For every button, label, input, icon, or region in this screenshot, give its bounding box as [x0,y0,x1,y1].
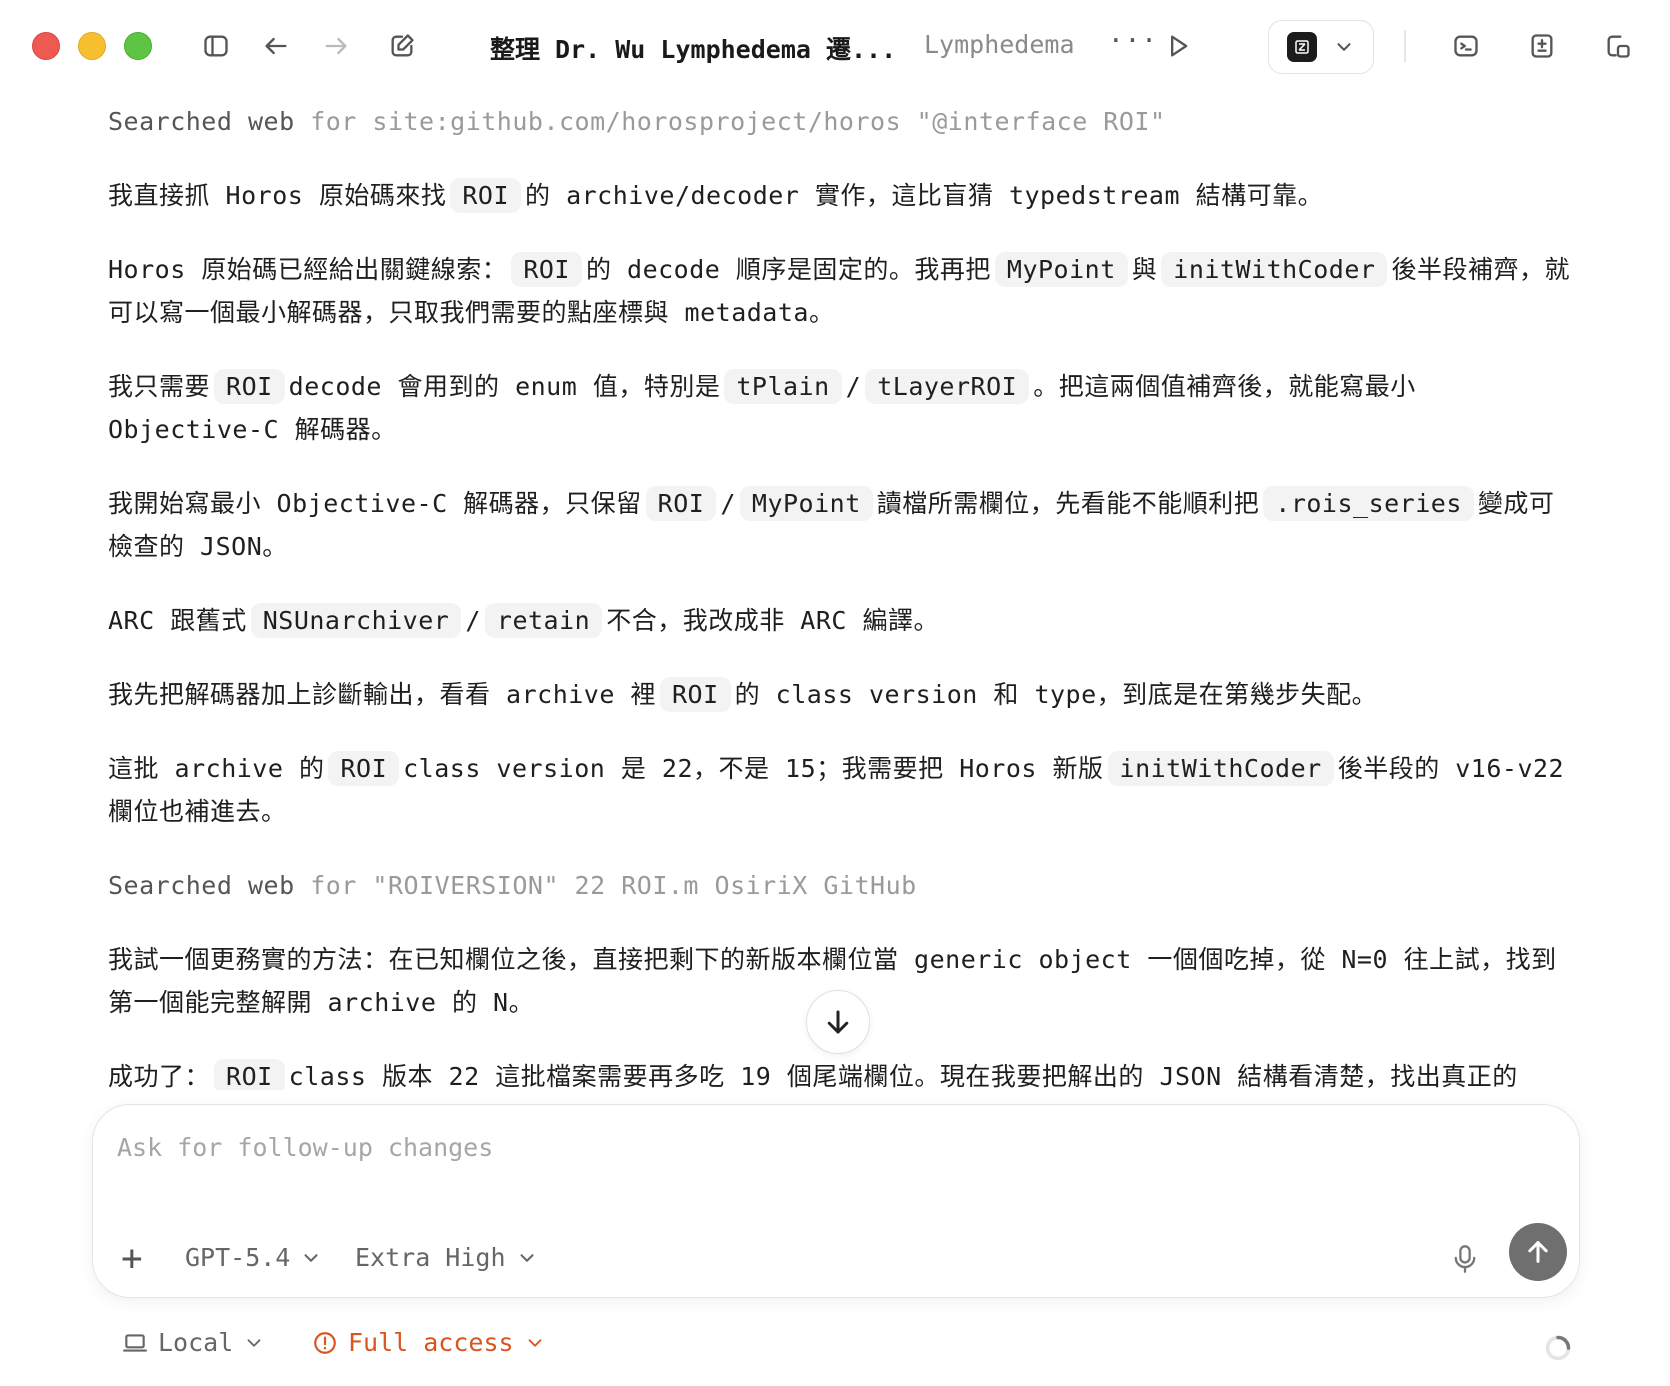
diff-icon[interactable] [1524,28,1560,64]
inline-code: tPlain [724,369,842,404]
access-level-selector[interactable]: Full access [312,1328,546,1357]
inline-code: retain [484,603,603,638]
message-text: ARC 跟舊式 [108,606,247,635]
inline-code: NSUnarchiver [250,603,462,638]
inline-code: initWithCoder [1107,751,1334,786]
toolbar-divider [1404,30,1406,62]
message-text: 我只需要 [108,372,211,401]
editor-app-icon [1287,32,1317,62]
inline-code: .rois_series [1263,486,1474,521]
close-window-button[interactable] [32,32,60,60]
search-status-label: Searched web [108,871,295,900]
message-paragraph: ARC 跟舊式 NSUnarchiver / retain 不合，我改成非 ARC 編譯… [108,599,1578,642]
inline-code: ROI [214,369,285,404]
window-title: 整理 Dr. Wu Lymphedema 遷... [490,35,897,64]
message-text: 成功了： [108,1062,211,1090]
message-paragraph: 我先把解碼器加上診斷輸出，看看 archive 裡 ROI 的 class vers… [108,673,1578,716]
message-text: 的 archive/decoder 實作，這比盲猜 typedstream 結構… [525,181,1324,210]
window-split-icon[interactable] [1600,28,1636,64]
message-paragraph: 我直接抓 Horos 原始碼來找 ROI 的 archive/decoder 實作，… [108,174,1578,217]
project-name[interactable]: Lymphedema [924,30,1075,59]
arrow-down-icon [827,1010,849,1034]
message-paragraph: 我只需要 ROI decode 會用到的 enum 值，特別是 tPlain / tLay… [108,365,1578,451]
message-text: 讀檔所需欄位，先看能不能順利把 [876,489,1260,518]
message-text: 這批 archive 的 [108,754,325,783]
follow-up-input[interactable] [117,1133,1497,1162]
search-status-label: Searched web [108,107,295,136]
search-query: for site:github.com/horosproject/horos "… [310,107,1166,136]
loading-spinner-icon [1545,1335,1571,1361]
chevron-down-icon [247,1338,261,1347]
inline-code: ROI [214,1059,285,1090]
message-text: 的 class version 和 type，到底是在第幾步失配。 [734,680,1378,709]
message-paragraph: 成功了： ROI class 版本 22 這批檔案需要再多吃 19 個尾端欄位。現在… [108,1055,1578,1090]
inline-code: MyPoint [739,486,873,521]
chevron-down-icon [520,1253,534,1262]
message-text: class version 是 22，不是 15；我需要把 Horos 新版 [403,754,1104,783]
chevron-down-icon [304,1253,318,1262]
environment-selector[interactable]: Local [122,1328,265,1357]
effort-label: Extra High [355,1243,506,1272]
scroll-to-bottom-button[interactable] [806,990,870,1054]
message-text: 我先把解碼器加上診斷輸出，看看 archive 裡 [108,680,656,709]
more-options-icon[interactable]: ··· [1108,26,1158,56]
terminal-icon[interactable] [1448,28,1484,64]
inline-code: initWithCoder [1161,252,1388,287]
microphone-button[interactable] [1447,1239,1483,1279]
message-text: class 版本 22 這批檔案需要再多吃 19 個尾端欄位。現在我要把解出的 … [288,1062,1518,1090]
message-paragraph: 這批 archive 的 ROI class version 是 22，不是 15；… [108,747,1578,833]
arrow-up-icon [1528,1241,1548,1263]
conversation-log: Searched web for site:github.com/horospr… [108,100,1578,1090]
minimize-window-button[interactable] [78,32,106,60]
inline-code: ROI [659,677,731,712]
inline-code: ROI [645,486,717,521]
model-label: GPT-5.4 [185,1243,291,1272]
access-label: Full access [348,1328,514,1357]
run-play-icon[interactable] [1160,28,1196,64]
title-bar: 整理 Dr. Wu Lymphedema 遷... Lymphedema ··· [0,0,1670,92]
send-button[interactable] [1509,1223,1567,1281]
add-attachment-button[interactable]: + [121,1241,143,1277]
sidebar-toggle-icon[interactable] [198,28,234,64]
message-paragraph: Horos 原始碼已經給出關鍵線索： ROI 的 decode 順序是固定的。我再把… [108,248,1578,334]
reasoning-effort-selector[interactable]: Extra High [355,1243,538,1272]
inline-code: MyPoint [994,252,1128,287]
message-text: / [845,372,862,401]
message-text: decode 會用到的 enum 值，特別是 [288,372,721,401]
open-in-app-selector[interactable] [1268,20,1374,74]
message-text: / [465,606,481,635]
inline-code: ROI [450,178,522,213]
message-text: / [720,489,736,518]
inline-code: ROI [511,252,582,287]
warning-circle-icon [314,1331,336,1354]
microphone-icon [1454,1245,1476,1273]
back-arrow-icon[interactable] [258,28,294,64]
new-chat-compose-icon[interactable] [384,28,420,64]
model-selector[interactable]: GPT-5.4 [185,1243,322,1272]
chevron-down-icon [528,1338,541,1347]
forward-arrow-icon[interactable] [318,28,354,64]
web-search-status: Searched web for "ROIVERSION" 22 ROI.m O… [108,864,1578,907]
message-paragraph: 我開始寫最小 Objective-C 解碼器，只保留 ROI / MyPoint 讀檔所… [108,482,1578,568]
message-text: Horos 原始碼已經給出關鍵線索： [108,255,508,284]
chevron-down-icon [1337,43,1351,51]
web-search-status: Searched web for site:github.com/horospr… [108,100,1578,143]
message-text: 我直接抓 Horos 原始碼來找 [108,181,447,210]
search-query: for "ROIVERSION" 22 ROI.m OsiriX GitHub [310,871,917,900]
message-text: 的 decode 順序是固定的。我再把 [585,255,991,284]
zoom-window-button[interactable] [124,32,152,60]
inline-code: tLayerROI [865,369,1030,404]
composer: + GPT-5.4 Extra High [92,1104,1580,1298]
status-footer: Local Full access [0,1314,1670,1374]
environment-label: Local [158,1328,234,1357]
message-text: 我開始寫最小 Objective-C 解碼器，只保留 [108,489,642,518]
message-text: 不合，我改成非 ARC 編譯。 [606,606,939,635]
message-text: 與 [1131,255,1158,284]
laptop-icon [123,1333,147,1352]
inline-code: ROI [328,751,400,786]
